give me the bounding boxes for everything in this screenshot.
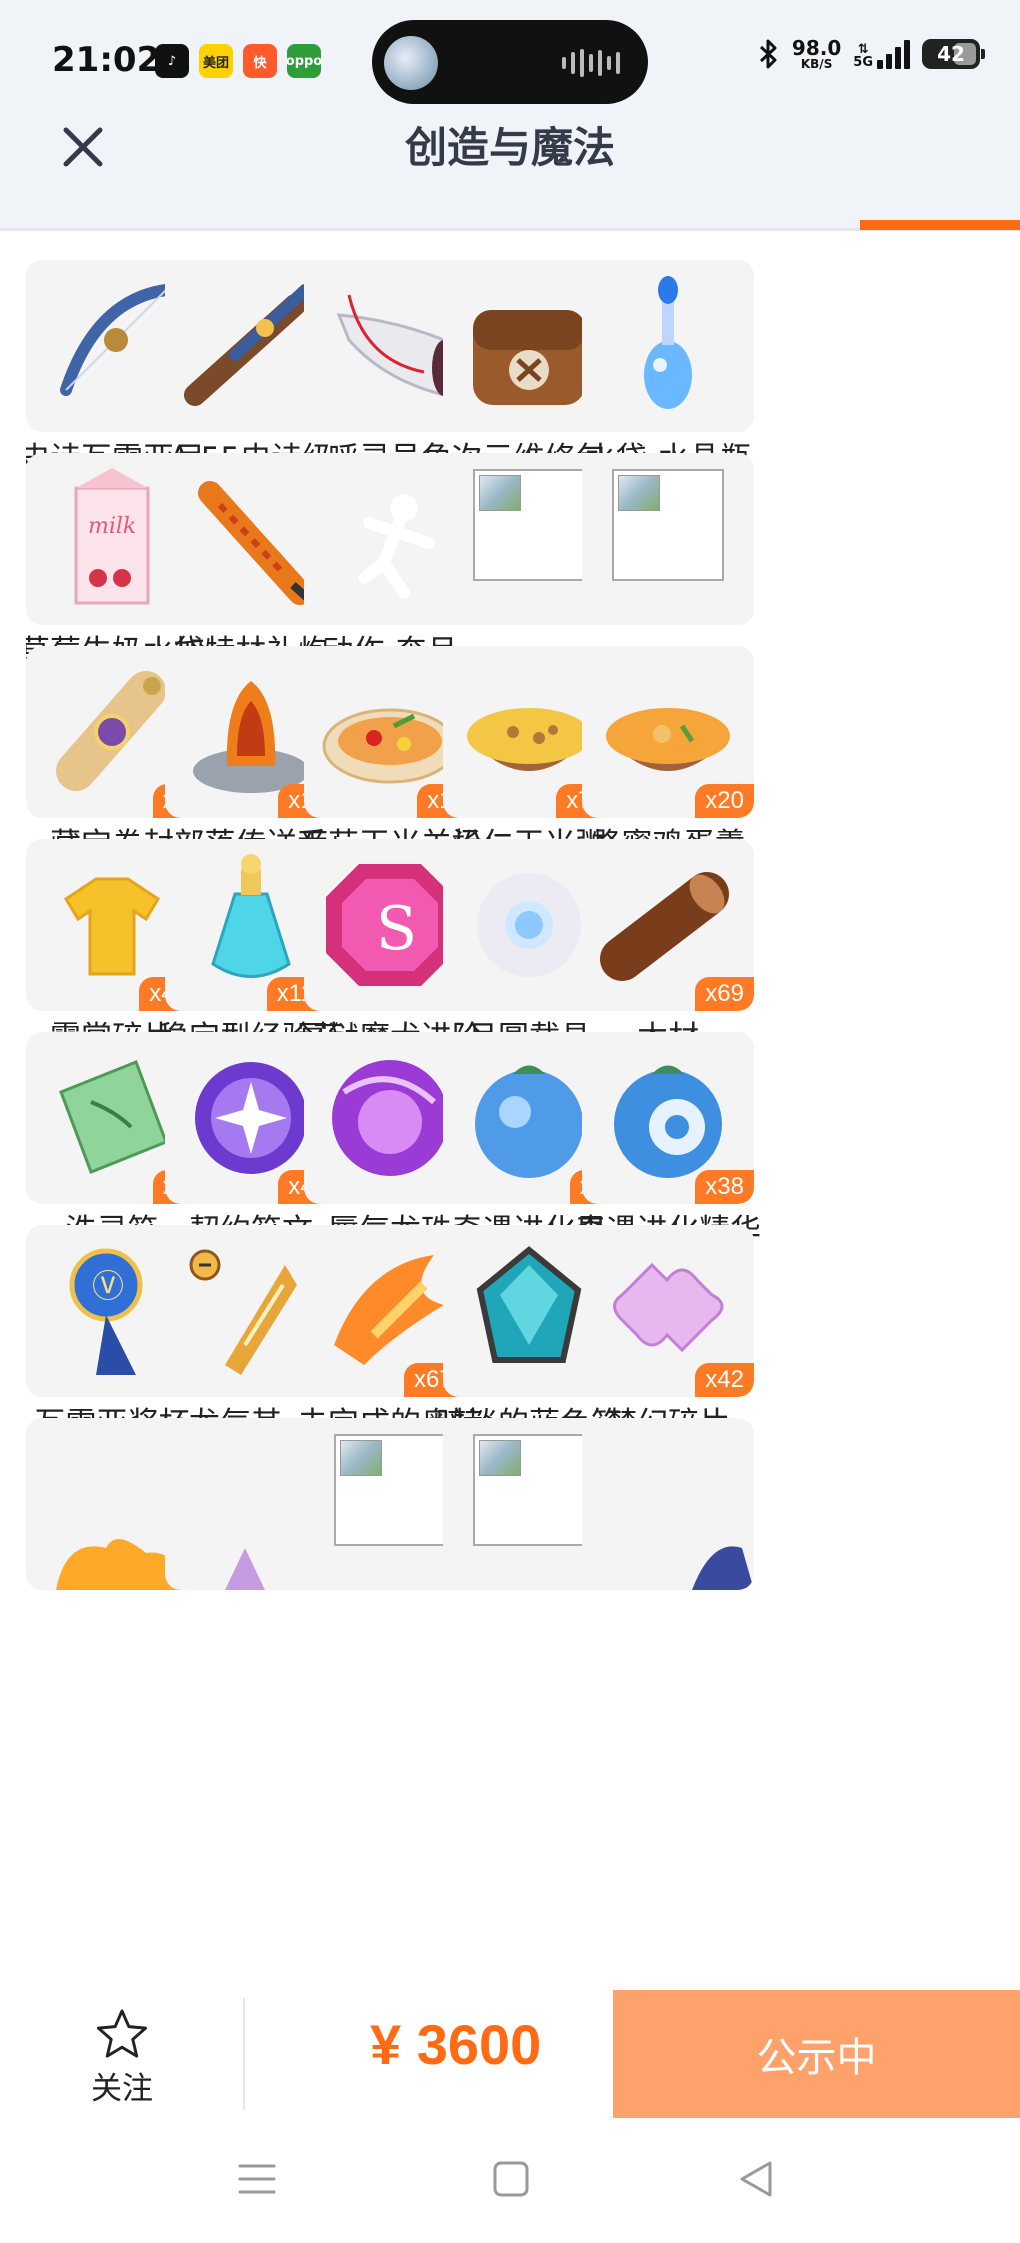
item-grid: 史诗瓦雷亚弓A-55史诗级呼灵号角次元维修包水袋-水晶瓶milk草莓牛奶水袋加特…	[26, 260, 1006, 1990]
price-label: ¥ 3600	[370, 2013, 542, 2076]
item-count-badge: x69	[695, 977, 754, 1011]
nav-header: 创造与魔法	[0, 120, 1020, 230]
item-tile[interactable]	[582, 1418, 754, 1590]
page-title: 创造与魔法	[404, 123, 615, 172]
system-indicators: 98.0 KB/S ⇅ 5G 42	[758, 36, 985, 71]
custard-icon: x20	[582, 646, 754, 818]
dynamic-island[interactable]	[372, 20, 648, 104]
douyin-icon: ♪	[155, 44, 189, 78]
clock: 21:02	[52, 40, 161, 80]
log-icon: x69	[582, 839, 754, 1011]
svg-text:Ⓥ: Ⓥ	[92, 1267, 124, 1305]
close-icon	[63, 127, 103, 167]
star-icon	[96, 2009, 148, 2058]
crystal-bottle-icon	[582, 260, 754, 432]
item-count-badge: x42	[695, 1363, 754, 1397]
puzzle-piece-icon: x42	[582, 1225, 754, 1397]
item-tile[interactable]: x38奇遇进化精华	[575, 1032, 761, 1250]
battery-icon: 42	[922, 39, 985, 69]
item-count-badge: x20	[695, 784, 754, 818]
item-tile[interactable]	[582, 453, 754, 625]
item-tile[interactable]: 水袋-水晶瓶	[582, 260, 754, 478]
scroll-indicator	[860, 220, 1020, 230]
audio-wave-icon	[562, 48, 620, 78]
oppo-store-icon: oppo	[286, 44, 322, 78]
status-bar: 21:02 ♪ 美团快 oppo 98.0 KB/S ⇅ 5G 42	[0, 0, 1020, 120]
svg-text:S: S	[376, 894, 417, 964]
item-tile[interactable]: x20蜂蜜鸡蛋羹	[582, 646, 754, 864]
bottom-action-bar: 关注 ¥ 3600 公示中	[0, 1990, 1020, 2120]
system-nav-bar	[0, 2120, 1020, 2243]
kuaishou-icon: 快	[243, 44, 277, 78]
follow-label: 关注	[91, 2071, 153, 2107]
bluetooth-icon	[759, 39, 777, 69]
menu-icon[interactable]	[232, 2154, 282, 2204]
item-tile[interactable]: x42梦幻碎片	[582, 1225, 754, 1443]
home-icon[interactable]	[486, 2154, 536, 2204]
close-button[interactable]	[56, 120, 112, 176]
item-tile[interactable]: x69木材	[582, 839, 754, 1057]
cellular-indicator: ⇅ 5G	[853, 39, 910, 69]
bottom-divider	[243, 1998, 245, 2110]
evolution-essence-icon: x38	[582, 1032, 754, 1204]
svg-text:milk: milk	[88, 514, 136, 539]
item-count-badge: x38	[695, 1170, 754, 1204]
signal-icon	[877, 39, 910, 69]
back-icon[interactable]	[732, 2154, 782, 2204]
meituan-icon: 美团	[199, 44, 233, 78]
media-avatar	[384, 36, 438, 90]
follow-button[interactable]: 关注	[62, 2008, 182, 2108]
broken-image-icon	[582, 453, 754, 625]
creature-icon	[582, 1418, 754, 1590]
network-speed: 98.0 KB/S	[791, 36, 842, 71]
publicity-button[interactable]: 公示中	[613, 1990, 1020, 2118]
notification-icons: ♪ 美团快 oppo	[155, 44, 322, 78]
